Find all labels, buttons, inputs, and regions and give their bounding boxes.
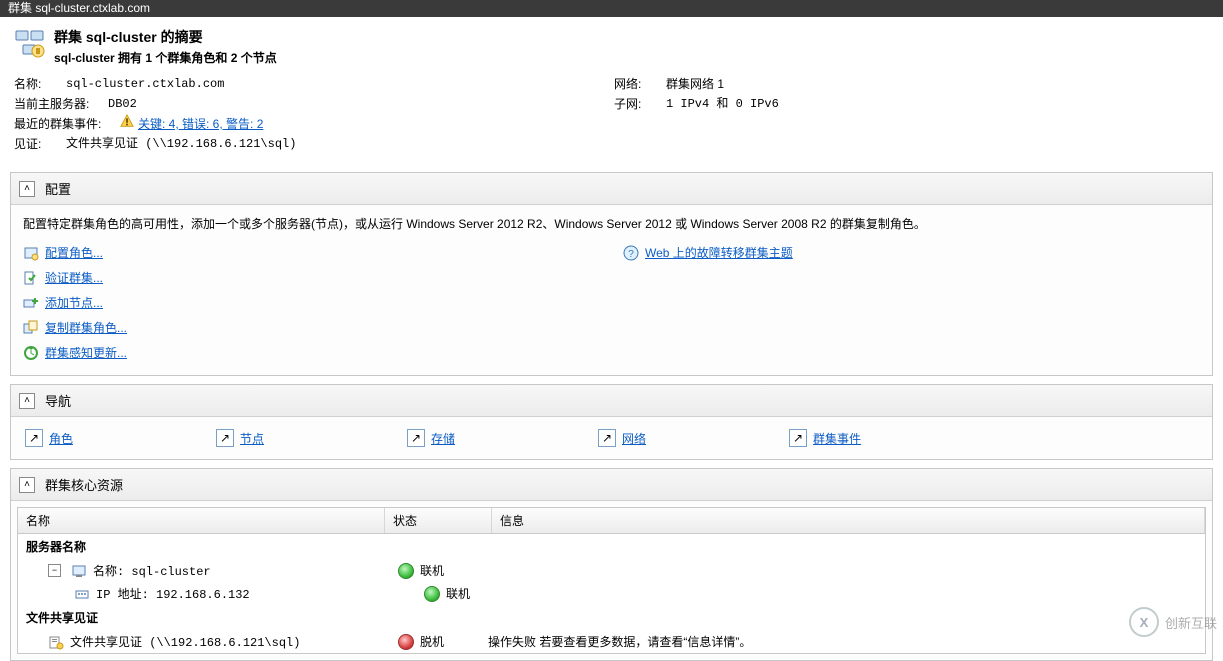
add-node-link[interactable]: 添加节点... [23, 290, 623, 315]
main-content: 群集 sql-cluster 的摘要 sql-cluster 拥有 1 个群集角… [0, 17, 1223, 661]
witness-label: 见证: [14, 134, 60, 154]
nav-storage[interactable]: ↗ 存储 [407, 429, 582, 447]
group-witness: 文件共享见证 [18, 605, 1205, 630]
watermark-text: 创新互联 [1165, 613, 1217, 632]
state-online-label: 联机 [420, 562, 444, 579]
window-title: 群集 sql-cluster.ctxlab.com [8, 1, 150, 15]
group-server-name: 服务器名称 [18, 534, 1205, 559]
copy-roles-label: 复制群集角色... [45, 319, 127, 336]
subnet-label: 子网: [614, 94, 660, 114]
collapse-icon[interactable]: ˄ [19, 477, 35, 493]
ip-address-icon [74, 586, 90, 602]
nav-events-label: 群集事件 [813, 430, 861, 447]
ip-address-label: IP 地址: 192.168.6.132 [96, 585, 250, 602]
events-label: 最近的群集事件: [14, 114, 114, 134]
summary-header: 群集 sql-cluster 的摘要 sql-cluster 拥有 1 个群集角… [0, 17, 1223, 72]
summary-details: 名称: sql-cluster.ctxlab.com 网络: 群集网络 1 当前… [0, 72, 1223, 164]
name-label: 名称: [14, 74, 60, 94]
witness-info-text: 操作失败 若要查看更多数据，请查看“信息详情”。 [488, 633, 751, 650]
witness-row-label: 文件共享见证 (\\192.168.6.121\sql) [70, 633, 300, 650]
subnet-value: 1 IPv4 和 0 IPv6 [666, 94, 779, 114]
configure-role-link[interactable]: 配置角色... [23, 240, 623, 265]
arrow-icon: ↗ [25, 429, 43, 447]
section-config: ˄ 配置 配置特定群集角色的高可用性，添加一个或多个服务器(节点)，或从运行 W… [10, 172, 1213, 376]
witness-value: 文件共享见证 (\\192.168.6.121\sql) [66, 134, 296, 154]
warning-icon [120, 114, 134, 128]
col-state[interactable]: 状态 [385, 508, 492, 533]
network-value: 群集网络 1 [666, 74, 724, 94]
watermark-logo-icon: X [1129, 607, 1159, 637]
state-online-label: 联机 [446, 585, 470, 602]
name-value: sql-cluster.ctxlab.com [66, 74, 224, 94]
add-node-label: 添加节点... [45, 294, 103, 311]
watermark: X 创新互联 [1129, 607, 1217, 637]
table-header: 名称 状态 信息 [18, 508, 1205, 534]
nav-nodes-label: 节点 [240, 430, 264, 447]
nav-nodes[interactable]: ↗ 节点 [216, 429, 391, 447]
validate-cluster-label: 验证群集... [45, 269, 103, 286]
table-row[interactable]: IP 地址: 192.168.6.132 联机 [18, 582, 1205, 605]
network-label: 网络: [614, 74, 660, 94]
recent-events-link[interactable]: 关键: 4, 错误: 6, 警告: 2 [138, 114, 263, 134]
section-nav: ˄ 导航 ↗ 角色 ↗ 节点 ↗ 存储 ↗ 网络 [10, 384, 1213, 460]
nav-roles[interactable]: ↗ 角色 [25, 429, 200, 447]
copy-roles-icon [23, 320, 39, 336]
summary-subtitle: sql-cluster 拥有 1 个群集角色和 2 个节点 [54, 49, 277, 66]
section-config-title: 配置 [45, 179, 71, 198]
svg-text:?: ? [628, 249, 634, 260]
online-icon [398, 563, 414, 579]
cluster-aware-update-label: 群集感知更新... [45, 344, 127, 361]
cluster-aware-update-link[interactable]: 群集感知更新... [23, 340, 623, 365]
cluster-aware-update-icon [23, 345, 39, 361]
titlebar: 群集 sql-cluster.ctxlab.com [0, 0, 1223, 17]
cluster-name-label: 名称: sql-cluster [93, 562, 211, 579]
offline-icon [398, 634, 414, 650]
configure-role-icon [23, 245, 39, 261]
table-row[interactable]: 文件共享见证 (\\192.168.6.121\sql) 脱机 操作失败 若要查… [18, 630, 1205, 653]
tree-collapse-icon[interactable]: − [48, 564, 61, 577]
add-node-icon [23, 295, 39, 311]
web-help-link[interactable]: ? Web 上的故障转移群集主题 [623, 240, 1200, 265]
file-share-witness-icon [48, 634, 64, 650]
section-resources: ˄ 群集核心资源 名称 状态 信息 服务器名称 − 名称: sql-cluste… [10, 468, 1213, 661]
copy-roles-link[interactable]: 复制群集角色... [23, 315, 623, 340]
config-description: 配置特定群集角色的高可用性，添加一个或多个服务器(节点)，或从运行 Window… [23, 215, 1200, 232]
nav-networks[interactable]: ↗ 网络 [598, 429, 773, 447]
nav-networks-label: 网络 [622, 430, 646, 447]
arrow-icon: ↗ [216, 429, 234, 447]
nav-roles-label: 角色 [49, 430, 73, 447]
owner-label: 当前主服务器: [14, 94, 102, 114]
state-offline-label: 脱机 [420, 633, 444, 650]
col-name[interactable]: 名称 [18, 508, 385, 533]
resources-table: 名称 状态 信息 服务器名称 − 名称: sql-cluster 联机 [17, 507, 1206, 654]
web-help-label: Web 上的故障转移群集主题 [645, 244, 793, 261]
validate-cluster-icon [23, 270, 39, 286]
table-row[interactable]: − 名称: sql-cluster 联机 [18, 559, 1205, 582]
summary-title: 群集 sql-cluster 的摘要 [54, 27, 277, 47]
section-config-header[interactable]: ˄ 配置 [11, 173, 1212, 205]
nav-events[interactable]: ↗ 群集事件 [789, 429, 1198, 447]
section-nav-title: 导航 [45, 391, 71, 410]
arrow-icon: ↗ [407, 429, 425, 447]
configure-role-label: 配置角色... [45, 244, 103, 261]
cluster-name-icon [71, 563, 87, 579]
owner-value: DB02 [108, 94, 137, 114]
collapse-icon[interactable]: ˄ [19, 393, 35, 409]
arrow-icon: ↗ [789, 429, 807, 447]
section-resources-title: 群集核心资源 [45, 475, 123, 494]
nav-storage-label: 存储 [431, 430, 455, 447]
section-resources-header[interactable]: ˄ 群集核心资源 [11, 469, 1212, 501]
online-icon [424, 586, 440, 602]
help-icon: ? [623, 245, 639, 261]
arrow-icon: ↗ [598, 429, 616, 447]
collapse-icon[interactable]: ˄ [19, 181, 35, 197]
section-nav-header[interactable]: ˄ 导航 [11, 385, 1212, 417]
cluster-icon [14, 27, 46, 59]
validate-cluster-link[interactable]: 验证群集... [23, 265, 623, 290]
col-info[interactable]: 信息 [492, 508, 1205, 533]
